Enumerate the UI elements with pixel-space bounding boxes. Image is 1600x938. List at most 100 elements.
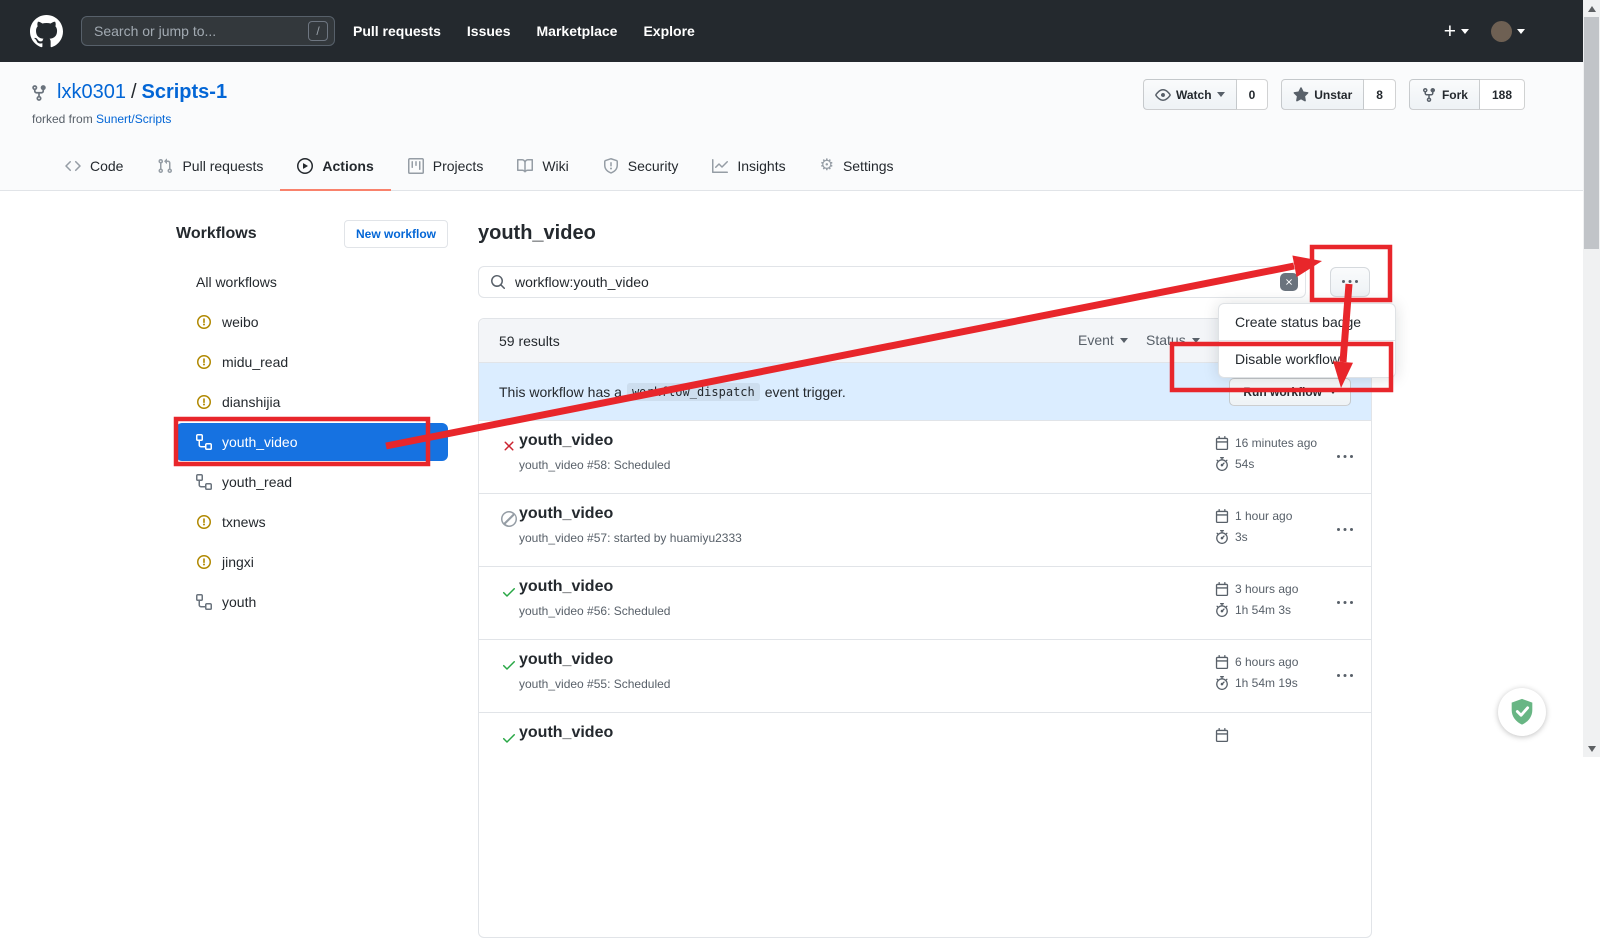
- repo-owner-link[interactable]: lxk0301: [57, 81, 126, 104]
- warning-icon: [196, 354, 212, 370]
- repo-tabs: Code Pull requests Actions Projects Wiki…: [48, 143, 911, 191]
- tab-label: Wiki: [542, 158, 568, 174]
- runs-filter-input[interactable]: [478, 266, 1306, 298]
- menu-item-disable-workflow[interactable]: Disable workflow: [1219, 340, 1395, 377]
- top-navbar: / Pull requests Issues Marketplace Explo…: [0, 0, 1583, 62]
- run-title-link[interactable]: youth_video: [519, 432, 613, 450]
- run-row[interactable]: youth_video youth_video #55: Scheduled 6…: [479, 639, 1371, 712]
- tab-settings[interactable]: ⚙ Settings: [803, 143, 911, 191]
- user-menu[interactable]: [1491, 21, 1525, 42]
- github-logo-icon[interactable]: [30, 15, 63, 48]
- tab-label: Code: [90, 158, 123, 174]
- run-title-link[interactable]: youth_video: [519, 651, 613, 669]
- tab-actions[interactable]: Actions: [280, 143, 390, 191]
- tab-wiki[interactable]: Wiki: [500, 143, 585, 191]
- run-title-link[interactable]: youth_video: [519, 724, 613, 742]
- run-row[interactable]: youth_video youth_video #57: started by …: [479, 493, 1371, 566]
- run-title-link[interactable]: youth_video: [519, 578, 613, 596]
- run-workflow-button[interactable]: Run workflow: [1229, 378, 1351, 406]
- runs-filter: [478, 266, 1306, 298]
- star-icon: [1293, 87, 1309, 103]
- sidebar-item-txnews[interactable]: txnews: [176, 502, 448, 542]
- run-row[interactable]: youth_video youth_video #56: Scheduled 3…: [479, 566, 1371, 639]
- nav-link-issues[interactable]: Issues: [467, 23, 511, 39]
- workflow-label: txnews: [222, 514, 266, 530]
- status-filter-dropdown[interactable]: Status: [1146, 332, 1200, 348]
- browser-scrollbar[interactable]: [1583, 0, 1600, 757]
- sidebar-header: Workflows New workflow: [176, 217, 448, 251]
- tab-insights[interactable]: Insights: [695, 143, 802, 191]
- menu-item-create-status-badge[interactable]: Create status badge: [1219, 304, 1395, 340]
- calendar-icon: [1215, 655, 1229, 669]
- sidebar-item-all-workflows[interactable]: All workflows: [176, 262, 448, 302]
- sidebar-item-youth-read[interactable]: youth_read: [176, 462, 448, 502]
- unstar-button[interactable]: Unstar: [1281, 79, 1364, 110]
- run-options-button[interactable]: [1337, 668, 1353, 684]
- sidebar-item-jingxi[interactable]: jingxi: [176, 542, 448, 582]
- success-icon: [501, 730, 517, 746]
- star-count[interactable]: 8: [1364, 79, 1396, 110]
- fork-count[interactable]: 188: [1480, 79, 1525, 110]
- watch-button[interactable]: Watch: [1143, 79, 1237, 110]
- nav-link-marketplace[interactable]: Marketplace: [537, 23, 618, 39]
- navbar-links: Pull requests Issues Marketplace Explore: [353, 23, 695, 39]
- repo-name-link[interactable]: Scripts-1: [142, 81, 228, 104]
- sidebar-item-youth-video[interactable]: youth_video: [176, 423, 448, 461]
- workflow-label: youth: [222, 594, 256, 610]
- nav-link-explore[interactable]: Explore: [643, 23, 694, 39]
- run-options-button[interactable]: [1337, 449, 1353, 465]
- workflow-options-button[interactable]: [1330, 267, 1370, 297]
- workflows-sidebar: Workflows New workflow All workflows wei…: [176, 217, 448, 622]
- workflow-label: weibo: [222, 314, 259, 330]
- search-icon: [490, 274, 506, 290]
- fork-button[interactable]: Fork: [1409, 79, 1480, 110]
- scroll-down-arrow[interactable]: [1583, 740, 1600, 757]
- calendar-icon: [1215, 509, 1229, 523]
- sidebar-item-youth[interactable]: youth: [176, 582, 448, 622]
- nav-link-pull-requests[interactable]: Pull requests: [353, 23, 441, 39]
- tab-projects[interactable]: Projects: [391, 143, 501, 191]
- event-filter-label: Event: [1078, 332, 1114, 348]
- book-icon: [517, 158, 533, 174]
- workflow-label: midu_read: [222, 354, 288, 370]
- fork-icon: [30, 84, 48, 102]
- watch-label: Watch: [1176, 88, 1212, 102]
- run-options-button[interactable]: [1337, 522, 1353, 538]
- create-new-menu[interactable]: +: [1444, 21, 1469, 42]
- run-subtitle: youth_video #57: started by huamiyu2333: [519, 531, 742, 545]
- tab-code[interactable]: Code: [48, 143, 140, 191]
- chevron-down-icon: [1217, 92, 1225, 97]
- adguard-badge[interactable]: [1498, 688, 1546, 736]
- new-workflow-button[interactable]: New workflow: [344, 220, 448, 248]
- tab-pull-requests[interactable]: Pull requests: [140, 143, 280, 191]
- run-row[interactable]: youth_video: [479, 712, 1371, 785]
- run-meta: 3 hours ago 1h 54m 3s: [1215, 578, 1298, 620]
- fork-group: Fork 188: [1409, 79, 1525, 110]
- slash-key-hint: /: [308, 21, 328, 41]
- global-search-input[interactable]: [81, 16, 335, 46]
- run-meta: [1215, 724, 1235, 745]
- sidebar-item-midu-read[interactable]: midu_read: [176, 342, 448, 382]
- run-title-link[interactable]: youth_video: [519, 505, 613, 523]
- tab-security[interactable]: Security: [586, 143, 696, 191]
- forked-from-link[interactable]: Sunert/Scripts: [96, 112, 171, 126]
- sidebar-item-dianshijia[interactable]: dianshijia: [176, 382, 448, 422]
- play-circle-icon: [297, 158, 313, 174]
- run-options-button[interactable]: [1337, 595, 1353, 611]
- workflow-options-menu: Create status badge Disable workflow: [1218, 303, 1396, 378]
- scrollbar-thumb[interactable]: [1584, 17, 1599, 249]
- chevron-down-icon: [1120, 338, 1128, 343]
- calendar-icon: [1215, 582, 1229, 596]
- notice-text: This workflow has a: [499, 384, 622, 400]
- workflow-label: All workflows: [196, 274, 277, 290]
- repo-actions: Watch 0 Unstar 8 Fork 188: [1143, 79, 1525, 110]
- scroll-up-arrow[interactable]: [1583, 0, 1600, 17]
- watch-count[interactable]: 0: [1237, 79, 1269, 110]
- workflows-title: Workflows: [176, 225, 257, 243]
- event-filter-dropdown[interactable]: Event: [1078, 332, 1128, 348]
- clear-filter-button[interactable]: [1280, 273, 1298, 291]
- filter-row: [478, 266, 1372, 298]
- run-row[interactable]: youth_video youth_video #58: Scheduled 1…: [479, 420, 1371, 493]
- sidebar-item-weibo[interactable]: weibo: [176, 302, 448, 342]
- code-icon: [65, 158, 81, 174]
